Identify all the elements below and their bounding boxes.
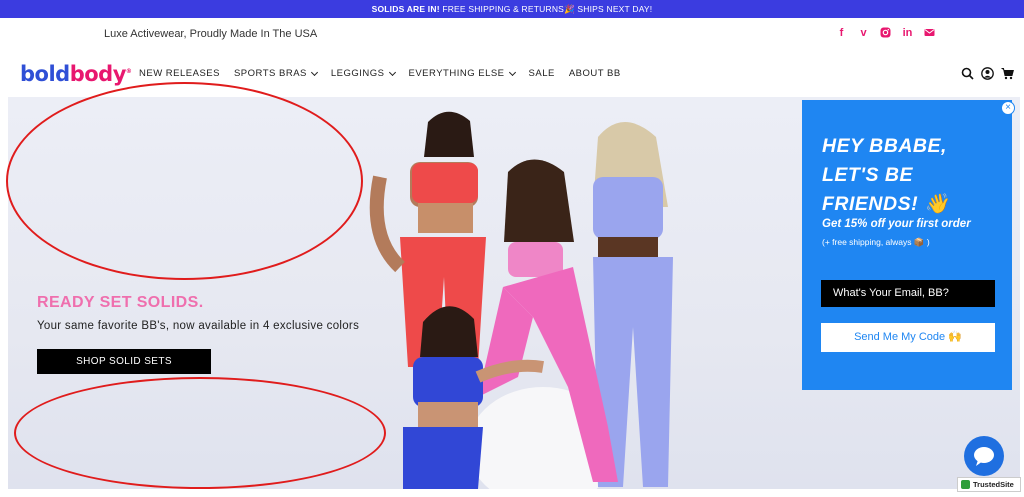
hero-title: READY SET SOLIDS. <box>37 294 204 311</box>
chat-bubble-icon <box>974 447 994 466</box>
popup-title-line-2: LET'S BE <box>822 164 913 186</box>
nav-item-label: ABOUT BB <box>568 68 621 79</box>
shop-solid-sets-button[interactable]: SHOP SOLID SETS <box>37 349 211 374</box>
tagline: Luxe Activewear, Proudly Made In The USA <box>104 28 318 40</box>
nav-item-label: LEGGINGS <box>330 68 385 79</box>
chevron-down-icon <box>388 68 396 76</box>
nav-item-about-bb[interactable]: ABOUT BB <box>569 68 621 79</box>
close-icon[interactable]: × <box>1001 101 1015 115</box>
linkedin-icon[interactable]: in <box>902 27 913 40</box>
nav-item-leggings[interactable]: LEGGINGS <box>330 68 396 79</box>
instagram-icon[interactable] <box>880 27 891 40</box>
nav-item-new-releases[interactable]: NEW RELEASES <box>139 68 220 79</box>
popup-note: (+ free shipping, always 📦 ) <box>822 237 930 247</box>
annotation-ellipse-bottom <box>14 377 386 489</box>
logo-registered-mark: ® <box>125 68 132 75</box>
nav-item-sports-bras[interactable]: SPORTS BRAS <box>233 68 318 79</box>
nav-item-label: EVERYTHING ELSE <box>408 68 505 79</box>
email-icon[interactable] <box>924 27 935 40</box>
nav-item-everything-else[interactable]: EVERYTHING ELSE <box>408 68 516 79</box>
top-bar: Luxe Activewear, Proudly Made In The USA… <box>0 18 1024 52</box>
announcement-bold: SOLIDS ARE IN! <box>371 4 440 14</box>
chevron-down-icon <box>508 68 516 76</box>
nav-item-label: SPORTS BRAS <box>233 68 307 79</box>
chevron-down-icon <box>310 68 318 76</box>
nav-item-label: SALE <box>528 68 555 79</box>
announcement-bar: SOLIDS ARE IN! FREE SHIPPING & RETURNS🎉 … <box>0 0 1024 18</box>
account-icon[interactable] <box>981 67 994 80</box>
trusted-site-label: TrustedSite <box>973 480 1014 489</box>
popup-offer: Get 15% off your first order <box>822 218 971 230</box>
chat-button[interactable] <box>964 436 1004 476</box>
annotation-ellipse-top <box>6 82 363 280</box>
vimeo-icon[interactable]: v <box>858 27 869 40</box>
facebook-icon[interactable]: f <box>836 27 847 40</box>
party-emoji: 🎉 <box>564 4 575 14</box>
logo-part-2: body <box>69 62 127 86</box>
signup-popup: HEY BBABE, LET'S BE FRIENDS! 👋 Get 15% o… <box>802 100 1012 390</box>
nav-menu: NEW RELEASES SPORTS BRAS LEGGINGS EVERYT… <box>139 68 635 79</box>
nav-icons <box>961 67 1014 80</box>
logo[interactable]: boldbody® <box>20 62 132 86</box>
email-field[interactable]: What's Your Email, BB? <box>821 280 995 307</box>
popup-title: HEY BBABE, LET'S BE FRIENDS! 👋 <box>822 132 1002 219</box>
logo-part-1: bold <box>20 62 70 86</box>
trusted-site-badge[interactable]: TrustedSite <box>957 477 1021 492</box>
nav-item-label: NEW RELEASES <box>139 68 220 79</box>
popup-title-line-3: FRIENDS! 👋 <box>822 193 949 215</box>
announcement-text: FREE SHIPPING & RETURNS <box>442 4 565 14</box>
send-code-button[interactable]: Send Me My Code 🙌 <box>821 323 995 352</box>
social-links: f v in <box>836 27 935 40</box>
announcement-text-2: SHIPS NEXT DAY! <box>577 4 653 14</box>
checkmark-icon <box>961 480 970 489</box>
popup-title-line-1: HEY BBABE, <box>822 135 947 157</box>
hero-subtitle: Your same favorite BB's, now available i… <box>37 320 360 332</box>
nav-item-sale[interactable]: SALE <box>529 68 555 79</box>
cart-icon[interactable] <box>1001 67 1014 80</box>
search-icon[interactable] <box>961 67 974 80</box>
